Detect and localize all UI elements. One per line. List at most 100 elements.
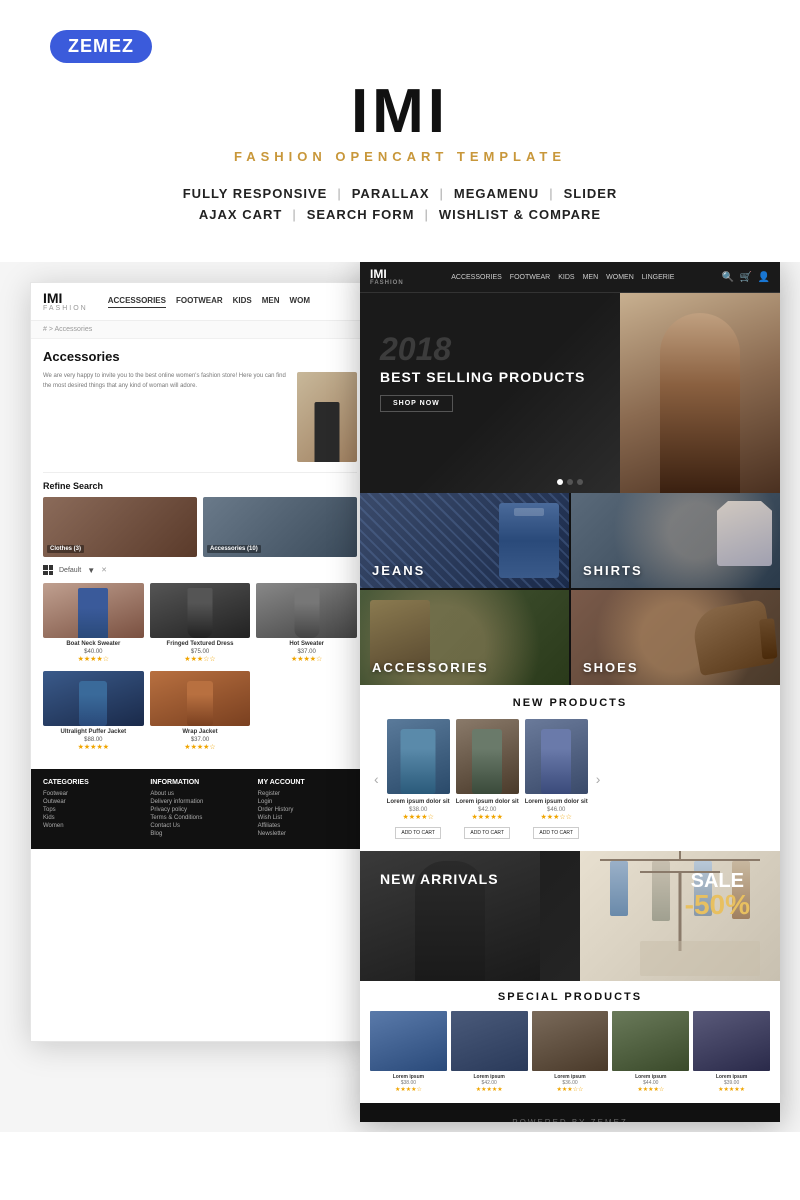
search-icon[interactable]: 🔍 <box>722 271 734 283</box>
sp-card-1[interactable]: Lorem ipsum $38.00 ★★★★☆ <box>370 1011 447 1093</box>
cat-shirts[interactable]: SHIRTS <box>571 493 780 588</box>
sr-nav-men[interactable]: MEN <box>583 274 599 281</box>
sr-product-1[interactable]: Lorem ipsum dolor sit $38.00 ★★★★☆ ADD T… <box>387 719 450 839</box>
product-card-5[interactable]: Wrap Jacket $37.00 ★★★★☆ <box>150 671 251 751</box>
sl-nav-women[interactable]: WOM <box>290 296 310 308</box>
sl-nav: IMI FASHION ACCESSORIES FOOTWEAR KIDS ME… <box>31 283 369 321</box>
shirts-visual <box>717 501 772 566</box>
screenshot-right: IMI FASHION ACCESSORIES FOOTWEAR KIDS ME… <box>360 262 780 1122</box>
sr-product-name-3: Lorem ipsum dolor sit <box>525 799 588 807</box>
feature-search: SEARCH FORM <box>307 207 415 222</box>
footer-link-about[interactable]: About us <box>150 791 249 797</box>
footer-link-login[interactable]: Login <box>258 799 357 805</box>
zemez-logo[interactable]: ZEMEZ <box>50 30 152 63</box>
footer-link-newsletter[interactable]: Newsletter <box>258 831 357 837</box>
footer-link-privacy[interactable]: Privacy policy <box>150 807 249 813</box>
sl-nav-footwear[interactable]: FOOTWEAR <box>176 296 223 308</box>
product-stars-3: ★★★★☆ <box>256 655 357 663</box>
hero-model-image <box>620 293 780 493</box>
product-name-5: Wrap Jacket <box>150 729 251 737</box>
sr-product-2[interactable]: Lorem ipsum dolor sit $42.00 ★★★★★ ADD T… <box>456 719 519 839</box>
product-card-1[interactable]: Boat Neck Sweater $40.00 ★★★★☆ <box>43 583 144 663</box>
dot-1[interactable] <box>557 479 563 485</box>
jeans-visual <box>499 503 559 578</box>
cat-accessories[interactable]: ACCESSORIES <box>360 590 569 685</box>
sr-special-products: SPECIAL PRODUCTS Lorem ipsum $38.00 ★★★★… <box>360 981 780 1103</box>
sl-nav-kids[interactable]: KIDS <box>233 296 252 308</box>
footer-link-contact[interactable]: Contact Us <box>150 823 249 829</box>
sp-card-4[interactable]: Lorem ipsum $44.00 ★★★★☆ <box>612 1011 689 1093</box>
sl-footer: CATEGORIES Footwear Outwear Tops Kids Wo… <box>31 769 369 849</box>
cat-jeans[interactable]: JEANS <box>360 493 569 588</box>
add-to-cart-2[interactable]: ADD TO CART <box>464 827 510 839</box>
cat-shirts-label: SHIRTS <box>583 563 643 578</box>
sl-refine-title: Refine Search <box>43 472 357 491</box>
product-card-2[interactable]: Fringed Textured Dress $75.00 ★★★☆☆ <box>150 583 251 663</box>
footer-link-tops[interactable]: Tops <box>43 807 142 813</box>
sl-nav-men[interactable]: MEN <box>262 296 280 308</box>
footer-link-blog[interactable]: Blog <box>150 831 249 837</box>
product-card-4[interactable]: Ultralight Puffer Jacket $88.00 ★★★★★ <box>43 671 144 751</box>
hero-text: 2018 BEST SELLING PRODUCTS SHOP NOW <box>380 333 585 412</box>
add-to-cart-3[interactable]: ADD TO CART <box>533 827 579 839</box>
next-arrow[interactable]: › <box>592 771 605 787</box>
footer-link-delivery[interactable]: Delivery information <box>150 799 249 805</box>
footer-link-register[interactable]: Register <box>258 791 357 797</box>
sp-card-5[interactable]: Lorem ipsum $39.00 ★★★★★ <box>693 1011 770 1093</box>
sep-3: | <box>549 186 553 201</box>
sl-intro: We are very happy to invite you to the b… <box>43 372 357 462</box>
product-stars-2: ★★★☆☆ <box>150 655 251 663</box>
sep-1: | <box>337 186 341 201</box>
sale-percent: -50% <box>685 891 750 919</box>
sr-nav-lingerie[interactable]: LINGERIE <box>642 274 675 281</box>
feature-slider: SLIDER <box>564 186 618 201</box>
cart-icon[interactable]: 🛒 <box>740 271 752 283</box>
footer-link-outwear[interactable]: Outwear <box>43 799 142 805</box>
sl-page-title: Accessories <box>43 349 357 364</box>
add-to-cart-1[interactable]: ADD TO CART <box>395 827 441 839</box>
hero-shop-btn[interactable]: SHOP NOW <box>380 395 453 412</box>
shoes-visual <box>690 599 775 676</box>
product-stars-4: ★★★★★ <box>43 743 144 751</box>
sort-label[interactable]: Default <box>59 567 81 574</box>
footer-link-kids[interactable]: Kids <box>43 815 142 821</box>
dot-2[interactable] <box>567 479 573 485</box>
sr-product-3[interactable]: Lorem ipsum dolor sit $46.00 ★★★☆☆ ADD T… <box>525 719 588 839</box>
grid-icon[interactable] <box>43 565 53 575</box>
sr-nav-kids[interactable]: KIDS <box>558 274 574 281</box>
sl-model-image <box>297 372 357 462</box>
sp-card-3[interactable]: Lorem ipsum $36.00 ★★★☆☆ <box>532 1011 609 1093</box>
sl-body-text: We are very happy to invite you to the b… <box>43 372 289 462</box>
sr-nav-acc[interactable]: ACCESSORIES <box>451 274 502 281</box>
sl-product-grid-2: Ultralight Puffer Jacket $88.00 ★★★★★ Wr… <box>43 671 357 751</box>
prev-arrow[interactable]: ‹ <box>370 771 383 787</box>
user-icon[interactable]: 👤 <box>758 271 770 283</box>
sp-card-2[interactable]: Lorem ipsum $42.00 ★★★★★ <box>451 1011 528 1093</box>
footer-link-affiliates[interactable]: Affiliates <box>258 823 357 829</box>
cat-accessories-label: ACCESSORIES <box>372 660 489 675</box>
product-name-3: Hot Sweater <box>256 641 357 649</box>
sr-nav-icons: 🔍 🛒 👤 <box>722 271 770 283</box>
sr-nav-foot[interactable]: FOOTWEAR <box>510 274 550 281</box>
sl-cat-accessories-label: Accessories (10) <box>207 545 261 553</box>
footer-link-women[interactable]: Women <box>43 823 142 829</box>
sl-cat-accessories[interactable]: Accessories (10) <box>203 497 357 557</box>
footer-link-wishlist[interactable]: Wish List <box>258 815 357 821</box>
cat-shoes-label: SHOES <box>583 660 639 675</box>
sl-nav-accessories[interactable]: ACCESSORIES <box>108 296 166 308</box>
footer-link-footwear[interactable]: Footwear <box>43 791 142 797</box>
header: ZEMEZ IMI FASHION OPENCART TEMPLATE FULL… <box>0 0 800 242</box>
sp-stars-5: ★★★★★ <box>693 1086 770 1093</box>
sl-cat-clothes[interactable]: Clothes (3) <box>43 497 197 557</box>
product-card-3[interactable]: Hot Sweater $37.00 ★★★★☆ <box>256 583 357 663</box>
footer-link-terms[interactable]: Terms & Conditions <box>150 815 249 821</box>
dot-3[interactable] <box>577 479 583 485</box>
sep-5: | <box>424 207 428 222</box>
sep-4: | <box>292 207 296 222</box>
sort-icon[interactable]: ▼ <box>87 566 95 575</box>
cat-shoes[interactable]: SHOES <box>571 590 780 685</box>
features-row-1: FULLY RESPONSIVE | PARALLAX | MEGAMENU |… <box>183 186 618 201</box>
sep-2: | <box>440 186 444 201</box>
footer-link-orders[interactable]: Order History <box>258 807 357 813</box>
sr-nav-women[interactable]: WOMEN <box>606 274 634 281</box>
